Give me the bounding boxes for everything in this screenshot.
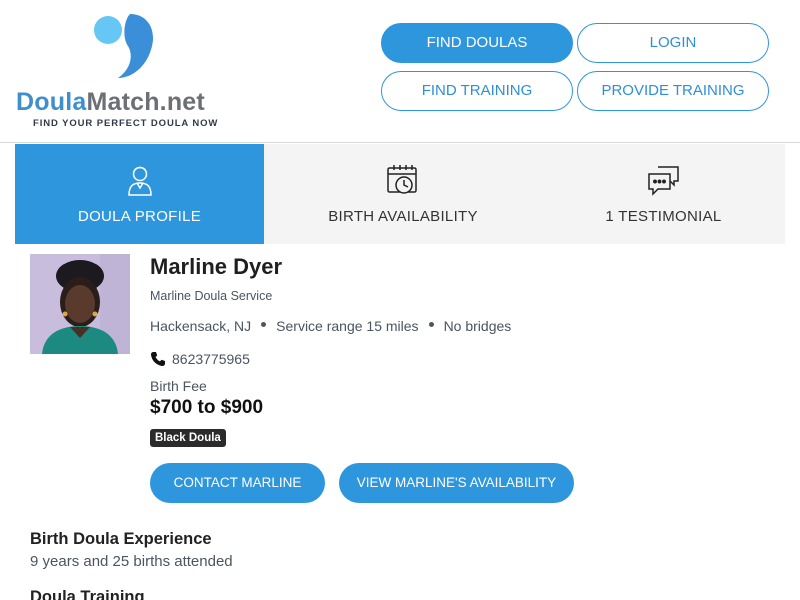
tab-birth-availability-label: BIRTH AVAILABILITY — [328, 208, 478, 225]
tab-testimonials-label: 1 TESTIMONIAL — [605, 208, 722, 225]
tab-testimonials[interactable]: 1 TESTIMONIAL — [542, 144, 785, 244]
tab-doula-profile-label: DOULA PROFILE — [77, 208, 202, 225]
doula-service-range: Service range 15 miles — [276, 318, 419, 334]
experience-heading: Birth Doula Experience — [30, 530, 212, 548]
calendar-clock-icon — [387, 165, 417, 194]
doula-portrait-image — [30, 254, 130, 354]
logo-wordmark-doula: Doula — [16, 88, 87, 116]
login-button[interactable]: LOGIN — [577, 23, 769, 63]
find-training-button[interactable]: FIND TRAINING — [381, 71, 573, 111]
provide-training-button[interactable]: PROVIDE TRAINING — [577, 71, 769, 111]
site-logo[interactable]: DoulaMatch.net FIND YOUR PERFECT DOULA N… — [16, 12, 226, 132]
logo-tagline: FIND YOUR PERFECT DOULA NOW — [33, 118, 219, 129]
site-header: DoulaMatch.net FIND YOUR PERFECT DOULA N… — [0, 0, 800, 143]
tab-doula-profile[interactable]: DOULA PROFILE — [15, 144, 264, 244]
phone-icon — [151, 352, 165, 366]
doula-bridges: No bridges — [443, 318, 512, 334]
birth-fee-label: Birth Fee — [150, 378, 207, 394]
birth-fee-value: $700 to $900 — [150, 397, 264, 418]
separator-dot — [261, 321, 267, 327]
doula-name: Marline Dyer — [150, 254, 283, 279]
tab-birth-availability[interactable]: BIRTH AVAILABILITY — [264, 144, 542, 244]
doula-service-name: Marline Doula Service — [150, 289, 273, 303]
doula-phone-row[interactable]: 8623775965 — [150, 351, 250, 367]
profile-tabs: DOULA PROFILE BIRTH AVAILABILITY 1 TESTI… — [15, 144, 785, 244]
contact-doula-button[interactable]: CONTACT MARLINE — [150, 463, 325, 503]
find-doulas-button[interactable]: FIND DOULAS — [381, 23, 573, 63]
doula-phone-number[interactable]: 8623775965 — [172, 351, 250, 367]
view-availability-button[interactable]: VIEW MARLINE'S AVAILABILITY — [339, 463, 574, 503]
separator-dot — [428, 321, 434, 327]
doula-location: Hackensack, NJ — [150, 318, 252, 334]
logo-wordmark-match: Match.net — [86, 88, 205, 116]
person-icon — [127, 166, 152, 196]
doula-badge: Black Doula — [150, 429, 226, 447]
doula-photo — [30, 254, 130, 354]
chat-bubbles-icon — [647, 166, 679, 196]
doula-meta-row: Hackensack, NJ Service range 15 miles No… — [150, 318, 511, 334]
logo-wordmark: DoulaMatch.net — [16, 88, 205, 117]
training-heading: Doula Training — [30, 588, 145, 600]
logo-mark-icon — [94, 14, 154, 78]
experience-text: 9 years and 25 births attended — [30, 553, 233, 570]
